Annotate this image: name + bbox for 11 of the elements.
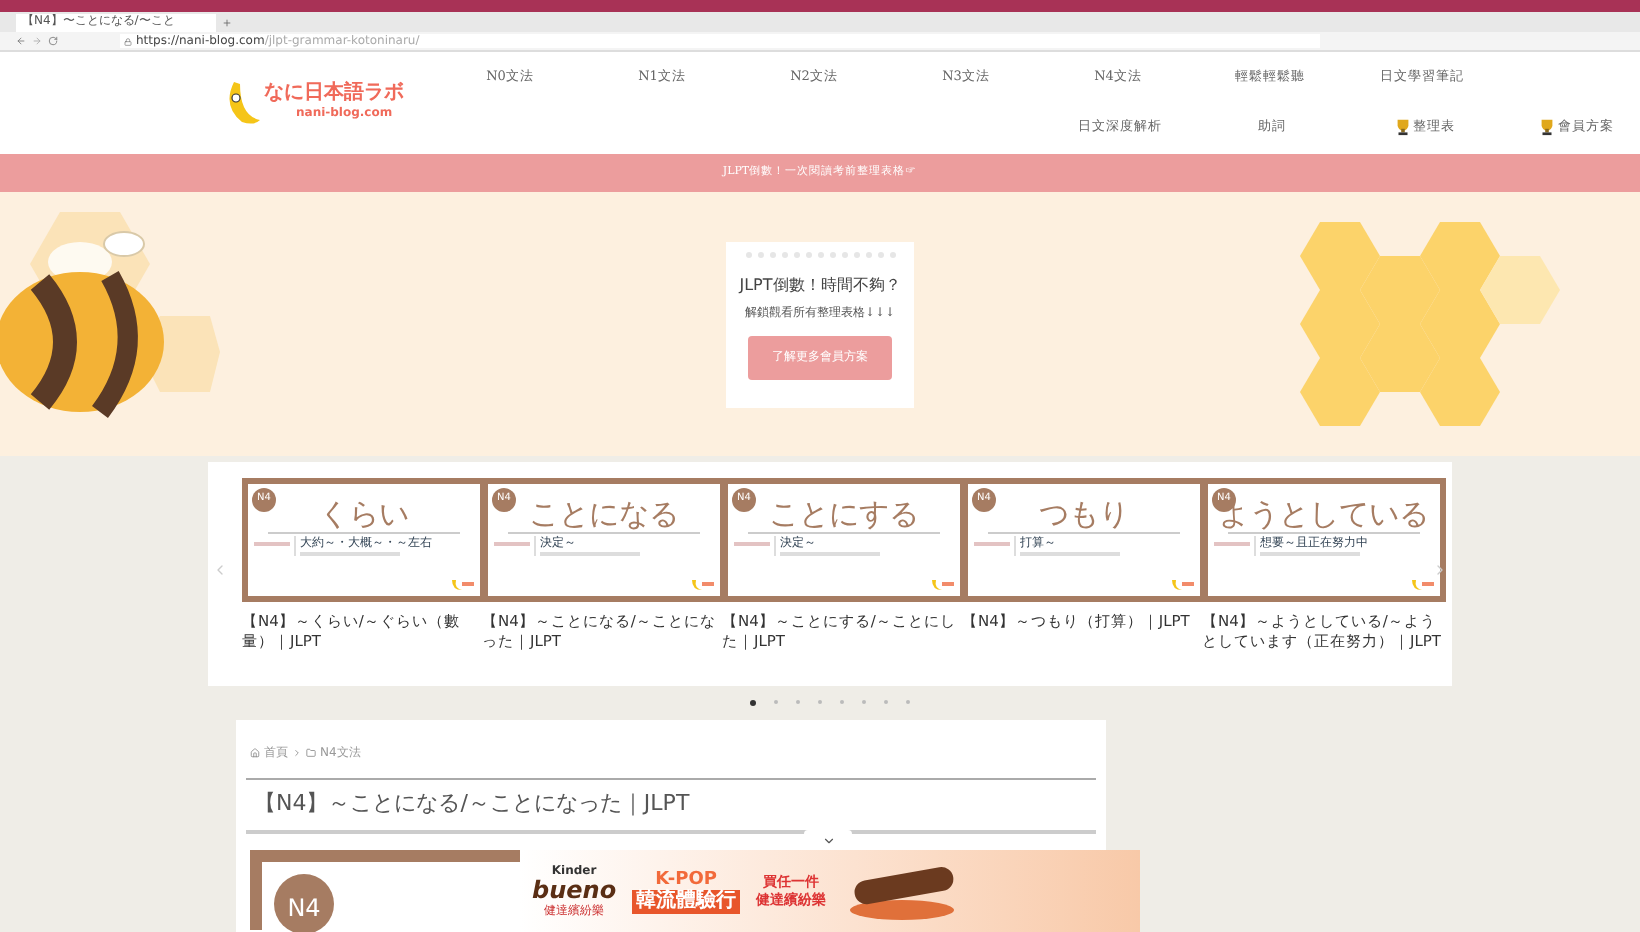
ad-headline-top: K-POP [655,869,717,889]
level-badge: N4 [274,873,334,932]
ad-brand: bueno [532,878,617,904]
article-title: 【N4】～ことになる/～ことになった｜JLPT [252,788,692,820]
promo-title: JLPT倒數！時間不夠？ [739,273,901,297]
grammar-word: つもり [1039,496,1129,532]
grammar-word: くらい [319,496,409,532]
ad-headline: 韓流體驗行 [632,889,741,913]
grammar-word: ことにする [769,496,919,532]
grammar-word: ことになる [529,496,679,532]
logo-title: なに日本語ラボ [264,82,404,106]
